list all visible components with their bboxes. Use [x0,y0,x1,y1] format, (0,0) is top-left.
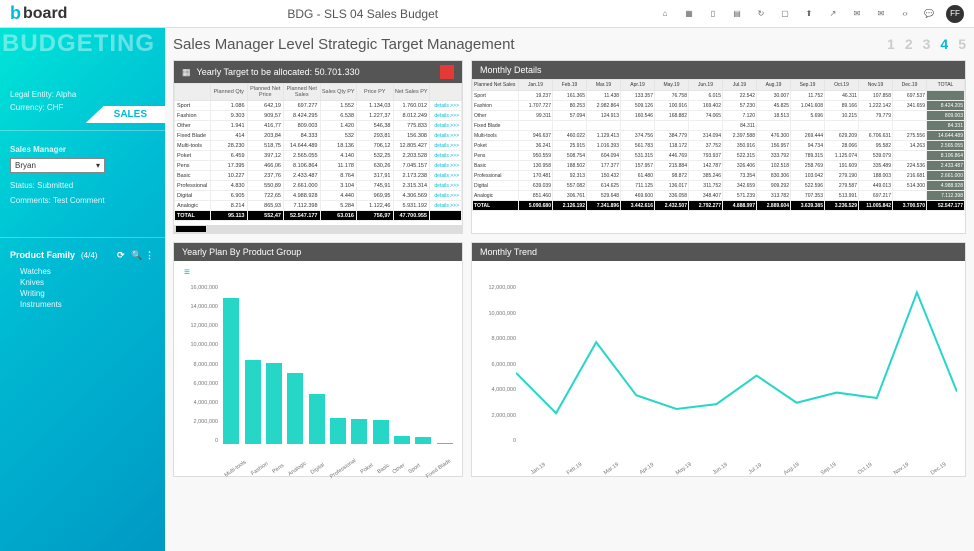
pf-item[interactable]: Watches [20,266,155,277]
details-link[interactable]: details >>> [430,121,462,131]
status-indicator[interactable] [440,65,454,79]
cube-icon[interactable]: ▦ [682,7,696,21]
legal-entity: Legal Entity: Alpha [10,90,155,99]
details-link[interactable]: details >>> [430,131,462,141]
chevron-down-icon: ▾ [96,161,100,170]
comments: Comments: Test Comment [10,196,155,205]
line-y-axis: 12,000,00010,000,0008,000,0006,000,0004,… [476,285,516,444]
upload-icon[interactable]: ⬆ [802,7,816,21]
allocation-table: Planned QtyPlanned Net PricePlanned Net … [174,83,462,221]
monthly-table: Planned Net SalesJan.19Feb.19Mar.19Apr.1… [472,79,965,211]
arrow-icon[interactable]: ↗ [826,7,840,21]
line-chart-title: Monthly Trend [480,247,537,257]
steps: 1 2 3 4 5 [887,36,966,52]
line-x-axis: Jan.19Feb.19Mar.19Apr.19May.19Jun.19Jul.… [520,466,957,472]
product-family-list: Watches Knives Writing Instruments [0,266,165,310]
details-link[interactable]: details >>> [430,111,462,121]
bar-chart-title: Yearly Plan By Product Group [182,247,301,257]
bar[interactable] [351,419,367,444]
step-2[interactable]: 2 [905,36,913,52]
bar[interactable] [394,436,410,444]
bar[interactable] [309,394,325,444]
allocation-panel: ▦ Yearly Target to be allocated: 50.701.… [173,60,463,234]
bar-y-axis: 16,000,00014,000,00012,000,00010,000,000… [178,285,218,444]
chart-menu-icon[interactable]: ≡ [184,267,190,278]
sidebar: BUDGETING SALES Legal Entity: Alpha Curr… [0,28,165,551]
screen-icon[interactable]: ▢ [778,7,792,21]
app-title: BDG - SLS 04 Sales Budget [77,7,648,21]
line-chart-header: Monthly Trend [472,243,965,261]
monthly-panel: Monthly Details Planned Net SalesJan.19F… [471,60,966,234]
status: Status: Submitted [10,181,155,190]
details-link[interactable]: details >>> [430,161,462,171]
product-family-header[interactable]: Product Family (4/4) ⟳ 🔍 ⋮ [0,244,165,266]
logo: b board [10,3,67,24]
manager-label: Sales Manager [10,145,155,154]
page-title: Sales Manager Level Strategic Target Man… [173,36,887,53]
book-icon[interactable]: ▯ [706,7,720,21]
bar[interactable] [266,363,282,444]
home-icon[interactable]: ⌂ [658,7,672,21]
main: BUDGETING SALES Legal Entity: Alpha Curr… [0,28,974,551]
mail-icon[interactable]: ✉ [850,7,864,21]
toolbar: ⌂ ▦ ▯ ▤ ↻ ▢ ⬆ ↗ ✉ ✉ ‹› 💬 FF [658,5,964,23]
pf-item[interactable]: Knives [20,277,155,288]
top-bar: b board BDG - SLS 04 Sales Budget ⌂ ▦ ▯ … [0,0,974,28]
monthly-title: Monthly Details [480,65,542,75]
details-link[interactable]: details >>> [430,141,462,151]
step-1[interactable]: 1 [887,36,895,52]
bar[interactable] [287,373,303,444]
details-link[interactable]: details >>> [430,101,462,111]
bar-chart-header: Yearly Plan By Product Group [174,243,462,261]
bars [222,285,454,444]
logo-text: board [23,5,67,23]
pf-item[interactable]: Writing [20,288,155,299]
reset-icon[interactable]: ⟳ [117,250,127,260]
line-chart-body: 12,000,00010,000,0008,000,0006,000,0004,… [472,261,965,476]
bar[interactable] [373,420,389,444]
step-3[interactable]: 3 [923,36,931,52]
bar[interactable] [223,298,239,444]
details-link[interactable]: details >>> [430,151,462,161]
line-svg [516,279,957,442]
allocation-title: Yearly Target to be allocated: 50.701.33… [197,67,360,77]
chat-icon[interactable]: 💬 [922,7,936,21]
manager-dropdown[interactable]: Bryan ▾ [10,158,105,173]
logo-mark: b [10,3,21,24]
bar[interactable] [437,443,453,444]
page-header: Sales Manager Level Strategic Target Man… [173,28,966,60]
watermark: BUDGETING [0,28,165,58]
bar[interactable] [330,418,346,444]
line-chart-panel: Monthly Trend 12,000,00010,000,0008,000,… [471,242,966,477]
allocate-icon: ▦ [182,67,191,78]
avatar[interactable]: FF [946,5,964,23]
refresh-icon[interactable]: ↻ [754,7,768,21]
layout-icon[interactable]: ▤ [730,7,744,21]
bar-chart-panel: Yearly Plan By Product Group ≡ 16,000,00… [173,242,463,477]
allocation-header: ▦ Yearly Target to be allocated: 50.701.… [174,61,462,83]
code-icon[interactable]: ‹› [898,7,912,21]
monthly-header: Monthly Details [472,61,965,79]
search-icon[interactable]: 🔍 [131,250,141,260]
bar-chart-body: ≡ 16,000,00014,000,00012,000,00010,000,0… [174,261,462,476]
pf-item[interactable]: Instruments [20,299,155,310]
details-link[interactable]: details >>> [430,181,462,191]
manager-value: Bryan [15,161,36,170]
pf-count: (4/4) [81,251,97,260]
content: Sales Manager Level Strategic Target Man… [165,28,974,551]
details-link[interactable]: details >>> [430,191,462,201]
more-icon[interactable]: ⋮ [145,250,155,260]
step-5[interactable]: 5 [958,36,966,52]
scrollbar[interactable] [174,225,462,233]
bar[interactable] [245,360,261,444]
bar[interactable] [415,437,431,444]
details-link[interactable]: details >>> [430,171,462,181]
details-link[interactable]: details >>> [430,201,462,211]
step-4[interactable]: 4 [940,36,948,52]
pf-title: Product Family [10,250,75,260]
bar-x-axis: Multi-toolsFashionPensAnalogicDigitalPro… [222,466,454,472]
mail2-icon[interactable]: ✉ [874,7,888,21]
